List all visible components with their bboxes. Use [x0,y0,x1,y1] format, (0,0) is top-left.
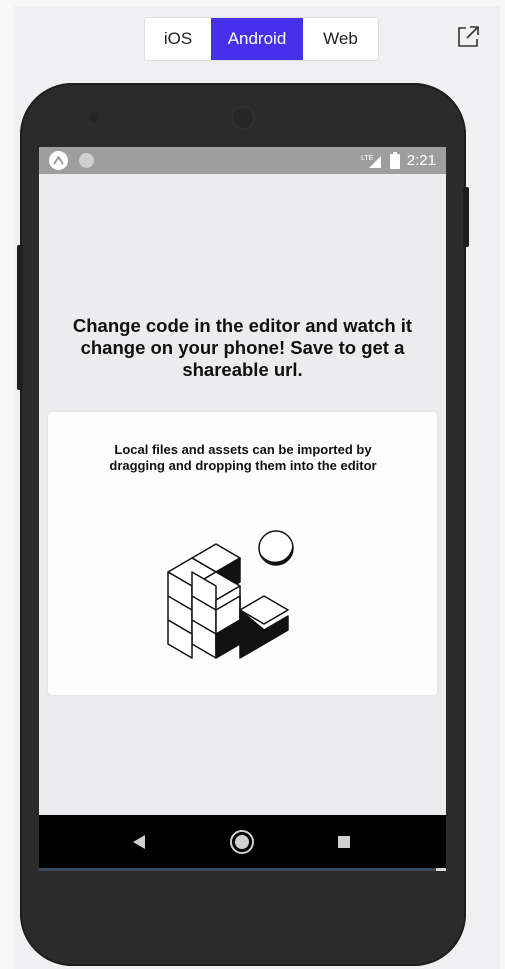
device-screen: LTE 2:21 Change code in the editor and w… [39,147,446,869]
status-indicators: LTE 2:21 [361,147,436,174]
recents-square-icon[interactable] [338,836,350,848]
card-text: Local files and assets can be imported b… [109,442,377,473]
info-card: Local files and assets can be imported b… [48,412,437,695]
battery-icon [389,152,400,169]
headline-text: Change code in the editor and watch it c… [72,315,413,380]
screen-bottom-edge [39,868,446,871]
home-circle-icon[interactable] [229,829,255,855]
tab-web[interactable]: Web [303,18,378,60]
signal-icon: LTE [361,155,381,168]
lte-label: LTE [361,155,374,162]
back-triangle-icon[interactable] [132,834,146,850]
external-link-icon[interactable] [455,24,481,50]
tab-android[interactable]: Android [211,18,303,60]
tab-ios[interactable]: iOS [145,18,211,60]
power-button [463,187,469,247]
volume-button [17,245,23,390]
earpiece-speaker [231,106,255,130]
front-camera [89,112,99,122]
cubes-and-ball-icon [167,530,294,659]
platform-selector: iOS Android Web [144,17,379,61]
circle-indicator-icon [79,153,94,168]
status-time: 2:21 [406,152,436,169]
app-notification-icon [49,151,68,170]
android-nav-bar [39,815,446,869]
status-bar: LTE 2:21 [39,147,446,174]
